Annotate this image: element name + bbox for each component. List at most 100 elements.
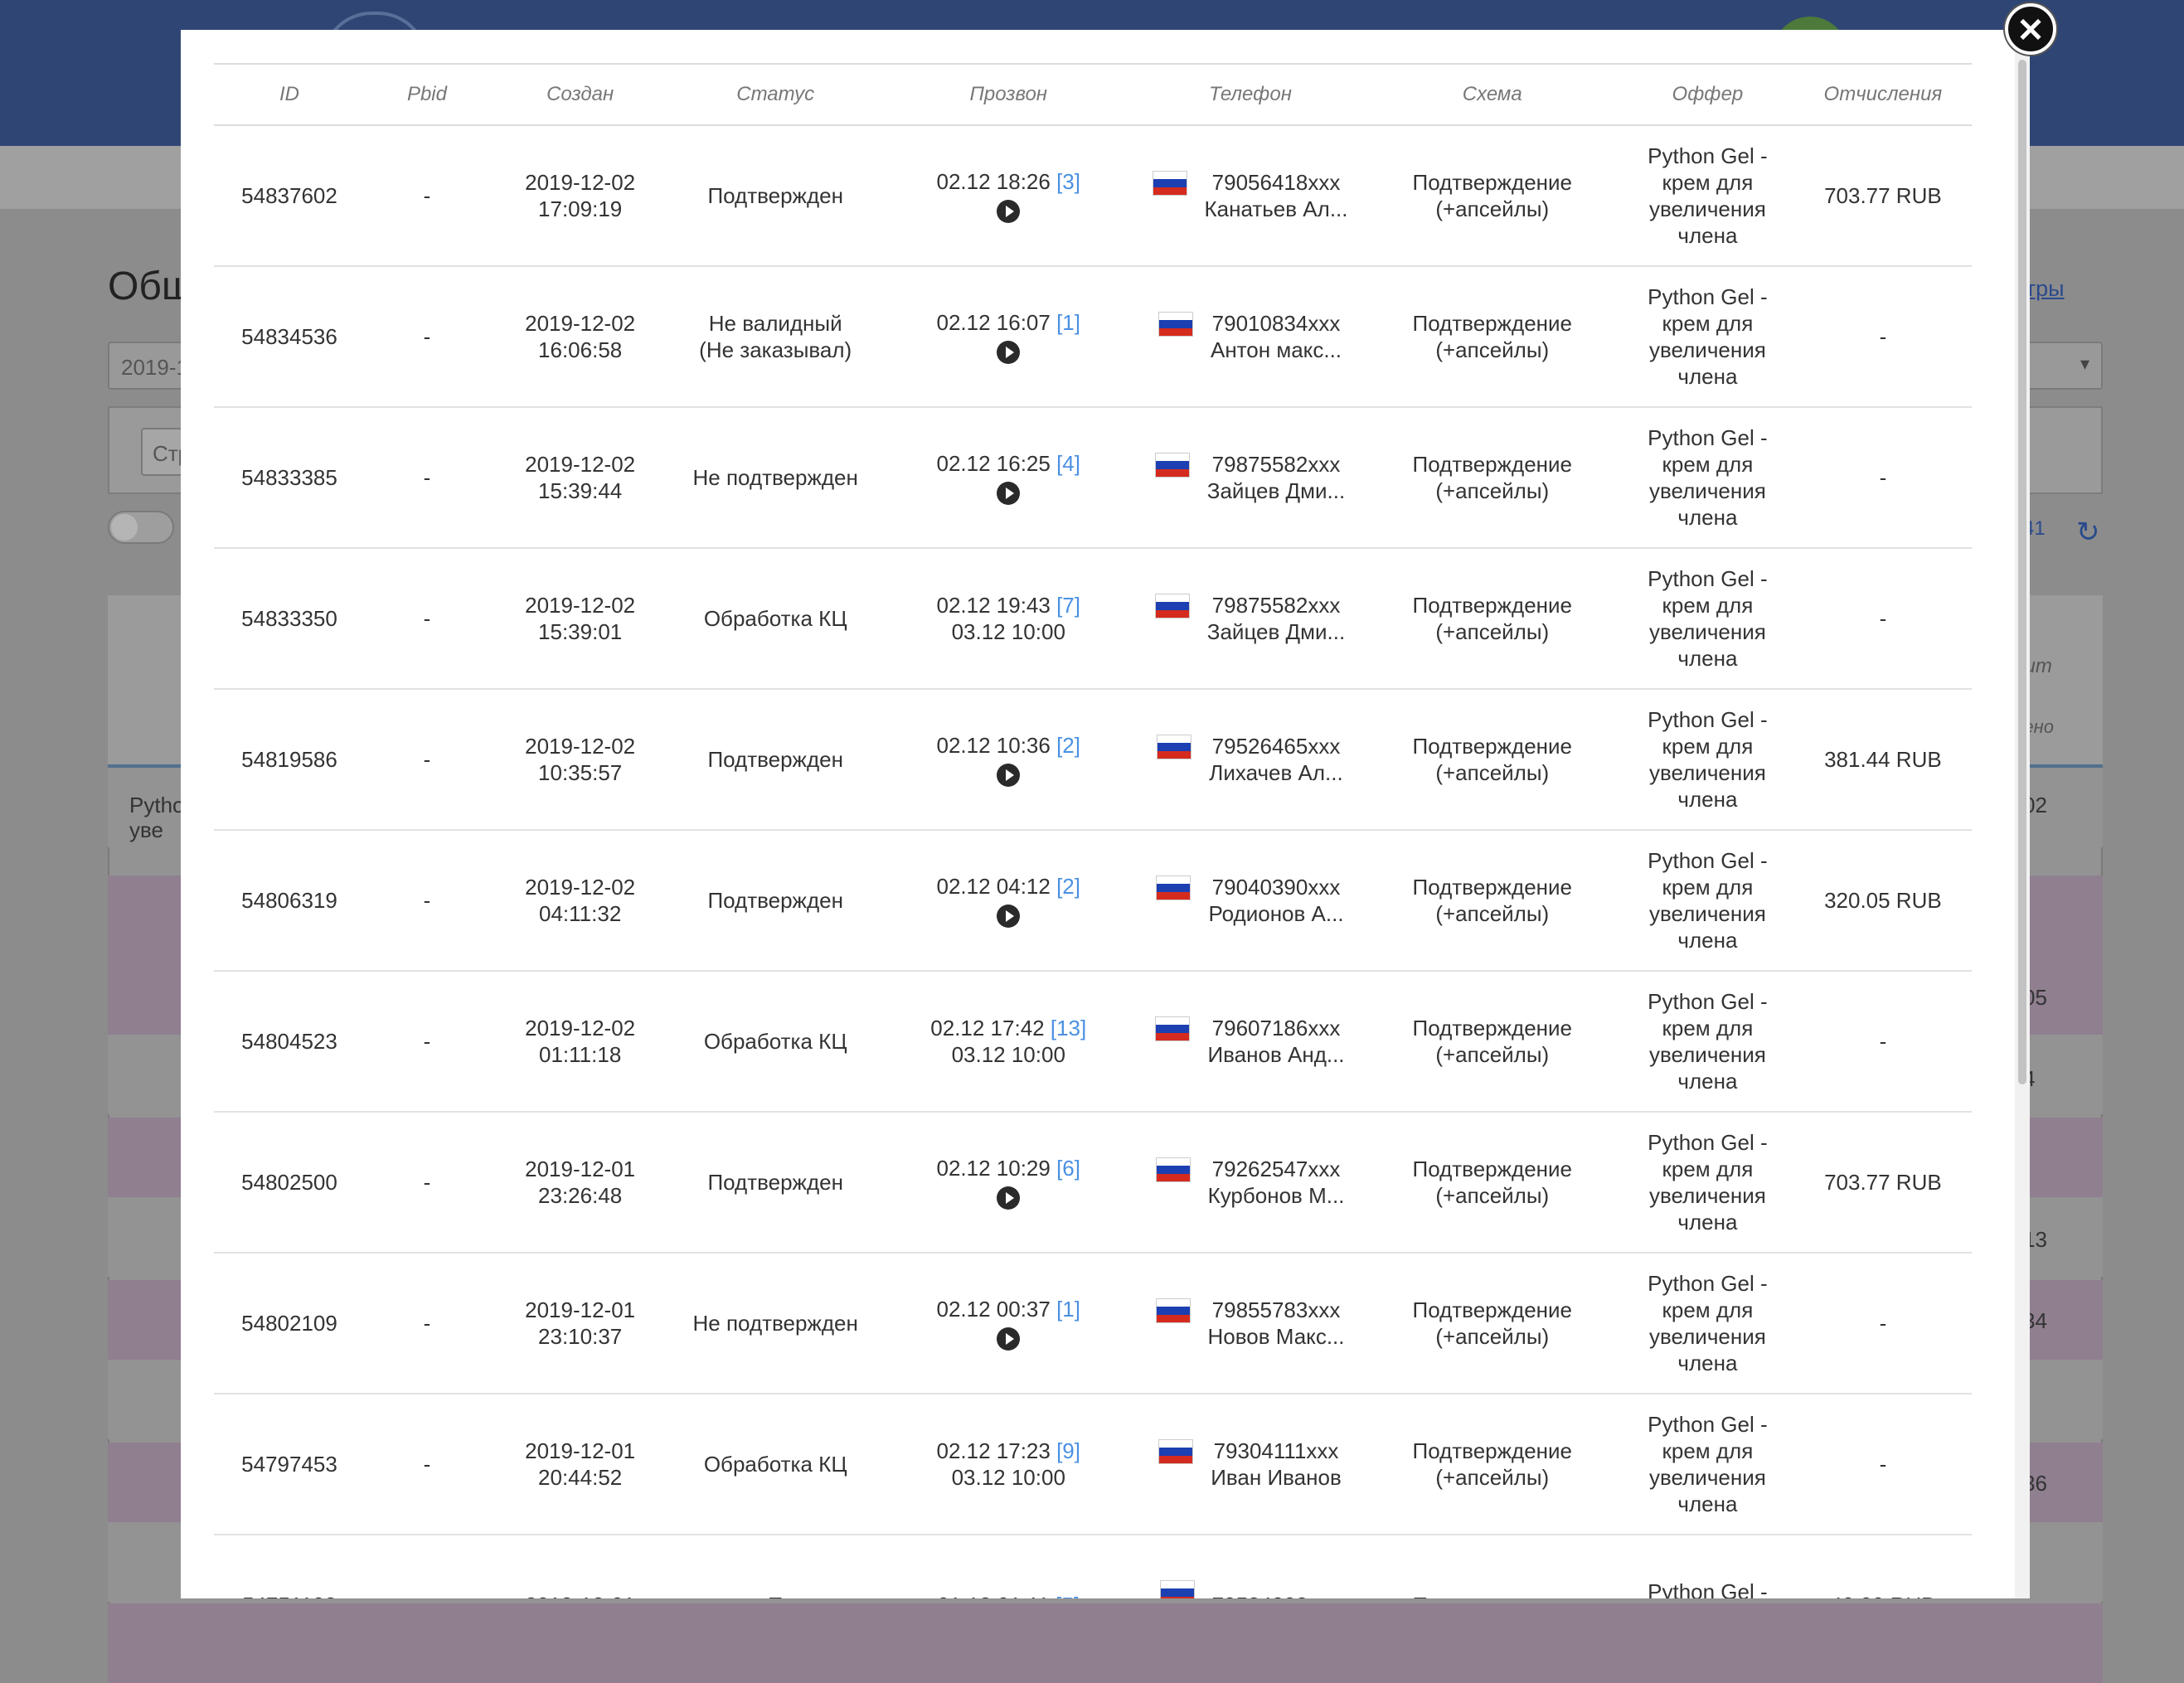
- call-time: 02.12 10:36: [936, 732, 1051, 758]
- play-icon[interactable]: [997, 905, 1021, 929]
- offer-line: Python Gel -: [1648, 1579, 1768, 1598]
- toggle-switch[interactable]: [108, 511, 174, 544]
- created-cell: 2019-12-02 10:35:57: [488, 689, 672, 831]
- scheme-text: Подтверждение: [1412, 593, 1572, 618]
- status-text: П: [676, 1592, 875, 1598]
- status-text: Не валидный: [708, 311, 842, 336]
- payout-cell: -: [1793, 548, 1972, 690]
- table-row[interactable]: 54797453-2019-12-01 20:44:52 Обработка КЦ 0…: [214, 1394, 1972, 1535]
- offer-line: увеличения: [1649, 337, 1766, 362]
- play-icon[interactable]: [997, 341, 1021, 365]
- table-row[interactable]: 54804523-2019-12-02 01:11:18 Обработка КЦ 0…: [214, 971, 1972, 1113]
- russia-flag-icon: [1160, 1581, 1194, 1598]
- offer-cell: Python Gel - крем для увеличения члена: [1621, 266, 1794, 408]
- offer-line: Python Gel -: [1648, 425, 1768, 450]
- offer-line: члена: [1677, 1069, 1738, 1094]
- table-row[interactable]: 54802109-2019-12-01 23:10:37 Не подтвержде…: [214, 1253, 1972, 1394]
- offer-line: увеличения: [1649, 619, 1766, 644]
- play-icon[interactable]: [997, 200, 1021, 224]
- table-row[interactable]: 54834536-2019-12-02 16:06:58 Не валидный (Н…: [214, 266, 1972, 408]
- scheme-cell: Подтверждение (+апсейлы): [1363, 125, 1622, 267]
- created-time: 01:11:18: [539, 1042, 622, 1067]
- offer-line: увеличения: [1649, 196, 1766, 221]
- scheme-text: Подтверждение: [1412, 1297, 1572, 1322]
- call-count-link[interactable]: [7]: [1056, 593, 1080, 618]
- call-count-link[interactable]: [13]: [1051, 1016, 1086, 1040]
- call-count-link[interactable]: [6]: [1056, 1156, 1080, 1181]
- phone-cell: 79534903xxx: [1137, 1535, 1364, 1598]
- offer-line: Python Gel -: [1648, 1130, 1768, 1155]
- offer-cell: Python Gel - крем для увеличения члена: [1621, 971, 1794, 1113]
- scheme-cell: Подтверждение (+апсейлы): [1363, 971, 1622, 1113]
- scheme-cell: Подтверждение (+апсейлы): [1363, 1112, 1622, 1254]
- created-cell: 2019-12-02 15:39:44: [488, 407, 672, 549]
- call-cell: 02.12 17:23 [9] 03.12 10:00: [880, 1394, 1138, 1535]
- status-cell: Обработка КЦ: [671, 548, 880, 690]
- offer-line: члена: [1677, 1491, 1738, 1516]
- call-count-link[interactable]: [5]: [1056, 1593, 1080, 1598]
- offer-line: члена: [1677, 223, 1738, 248]
- call-next-time: 03.12 10:00: [951, 1465, 1065, 1490]
- column-header-id: ID: [214, 63, 366, 126]
- customer-name: Родионов А...: [1208, 901, 1344, 926]
- call-count-link[interactable]: [4]: [1056, 451, 1080, 476]
- play-icon[interactable]: [997, 482, 1021, 506]
- play-icon[interactable]: [997, 1186, 1021, 1210]
- status-text: Подтвержден: [707, 183, 843, 208]
- created-time: 16:06:58: [538, 337, 623, 362]
- call-count-link[interactable]: [2]: [1056, 874, 1080, 899]
- table-row[interactable]: 54833385-2019-12-02 15:39:44 Не подтвержде…: [214, 407, 1972, 549]
- scheme-cell: Подтверждение (+апсейлы): [1363, 830, 1622, 972]
- offer-line: крем для: [1662, 452, 1754, 477]
- offer-line: крем для: [1662, 734, 1754, 759]
- phone-number: 79010834xxx: [1211, 311, 1341, 336]
- offer-line: увеличения: [1649, 1042, 1766, 1067]
- call-count-link[interactable]: [1]: [1056, 310, 1080, 335]
- close-icon[interactable]: ✕: [2005, 3, 2056, 55]
- call-next-time: 03.12 10:00: [951, 1042, 1065, 1067]
- scrollbar-thumb[interactable]: [2018, 60, 2026, 1084]
- call-count-link[interactable]: [2]: [1056, 733, 1080, 758]
- phone-cell: 79875582xxx Зайцев Дми...: [1137, 548, 1364, 690]
- call-count-link[interactable]: [1]: [1056, 1297, 1080, 1322]
- table-row[interactable]: 54751102-2019-12-01 П 01.12 01:11 [5] 79534…: [214, 1535, 1972, 1598]
- status-cell: Подтвержден: [671, 689, 880, 831]
- offer-line: увеличения: [1649, 901, 1766, 926]
- call-time: 02.12 19:43: [936, 593, 1051, 618]
- scrollbar[interactable]: [2015, 30, 2030, 1598]
- table-row[interactable]: 54833350-2019-12-02 15:39:01 Обработка КЦ 0…: [214, 548, 1972, 690]
- play-icon[interactable]: [997, 1327, 1021, 1351]
- table-row[interactable]: 54819586-2019-12-02 10:35:57 Подтвержден 02…: [214, 689, 1972, 831]
- scheme-detail: (+апсейлы): [1435, 1042, 1550, 1067]
- created-cell: 2019-12-02 16:06:58: [488, 266, 672, 408]
- table-row[interactable]: 54837602-2019-12-02 17:09:19 Подтвержден 02…: [214, 125, 1972, 267]
- refresh-icon[interactable]: ↻: [2076, 516, 2100, 549]
- created-time: 23:26:48: [538, 1183, 623, 1208]
- order-id: 54802109: [214, 1253, 366, 1394]
- offer-cell: Python Gel - крем для увеличения члена: [1621, 548, 1794, 690]
- phone-number: 79040390xxx: [1211, 875, 1341, 900]
- call-count-link[interactable]: [9]: [1056, 1438, 1080, 1463]
- call-count-link[interactable]: [3]: [1056, 169, 1080, 194]
- order-id: 54834536: [214, 266, 366, 408]
- customer-name: Лихачев Ал...: [1209, 760, 1343, 785]
- created-date: 2019-12-02: [525, 311, 636, 336]
- created-cell: 2019-12-01 23:10:37: [488, 1253, 672, 1394]
- scheme-cell: Подтверждение (+апсейлы): [1363, 266, 1622, 408]
- call-time: 02.12 16:07: [936, 309, 1051, 335]
- created-time: 04:11:32: [539, 901, 622, 926]
- column-header-pbid: Pbid: [365, 63, 489, 126]
- russia-flag-icon: [1156, 1158, 1190, 1181]
- offer-line: крем для: [1662, 1297, 1754, 1322]
- offer-line: увеличения: [1649, 1324, 1766, 1349]
- status-cell: Подтвержден: [671, 830, 880, 972]
- modal-scroll-area[interactable]: ID Pbid Создан Статус Прозвон Телефон Сх…: [181, 30, 2015, 1598]
- phone-number: 79855783xxx: [1211, 1297, 1341, 1322]
- status-cell: Не валидный (Не заказывал): [671, 266, 880, 408]
- table-row[interactable]: 54806319-2019-12-02 04:11:32 Подтвержден 02…: [214, 830, 1972, 972]
- scheme-cell: Подтверждение: [1363, 1535, 1622, 1598]
- offer-line: крем для: [1662, 1438, 1754, 1463]
- orders-modal: ID Pbid Создан Статус Прозвон Телефон Сх…: [181, 30, 2030, 1598]
- table-row[interactable]: 54802500-2019-12-01 23:26:48 Подтвержден 02…: [214, 1112, 1972, 1254]
- play-icon[interactable]: [997, 764, 1021, 788]
